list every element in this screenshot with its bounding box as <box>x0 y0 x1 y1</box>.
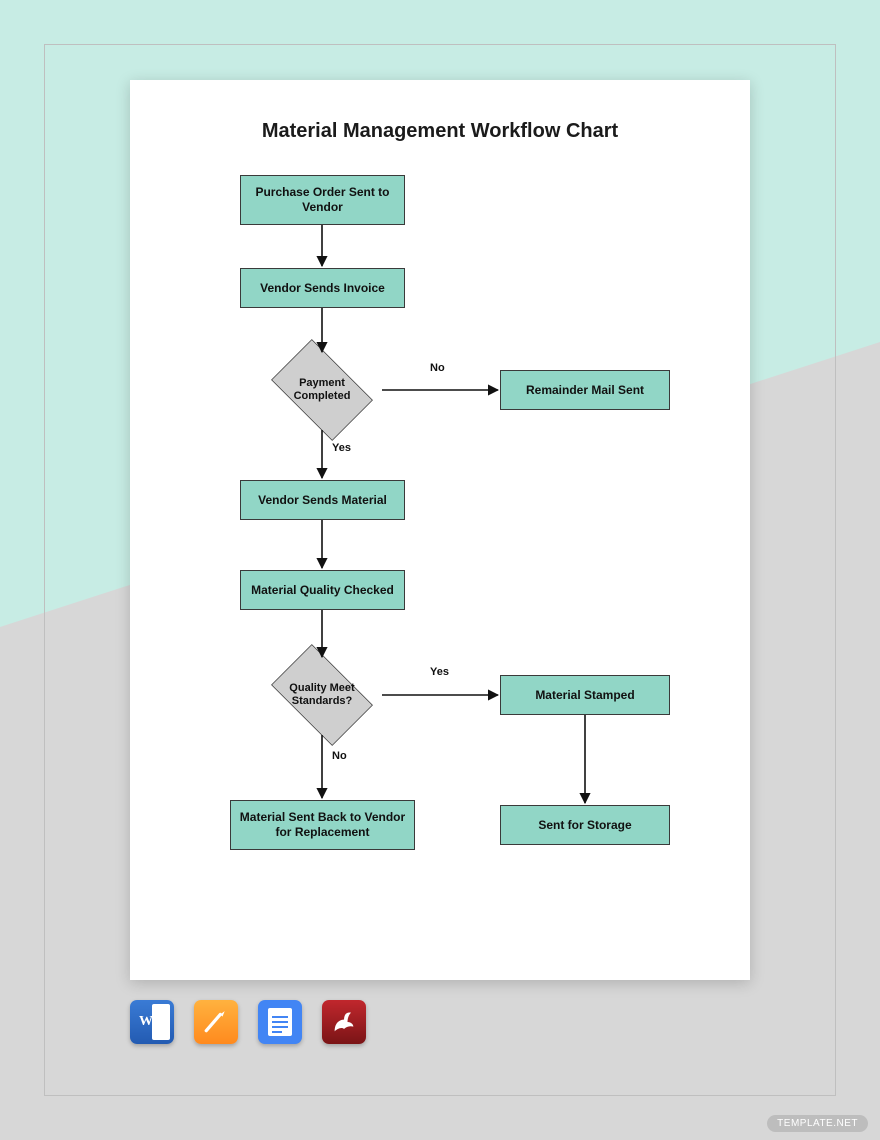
label-no-2: No <box>332 750 347 762</box>
node-material-stamped: Material Stamped <box>500 675 670 715</box>
pages-icon <box>194 1000 238 1044</box>
decision-quality-label: Quality Meet Standards? <box>262 655 382 735</box>
watermark: TEMPLATE.NET <box>767 1115 868 1132</box>
decision-payment-label: Payment Completed <box>262 350 382 430</box>
label-yes-2: Yes <box>430 666 449 678</box>
node-quality-checked: Material Quality Checked <box>240 570 405 610</box>
node-vendor-material: Vendor Sends Material <box>240 480 405 520</box>
label-yes-1: Yes <box>332 442 351 454</box>
google-docs-icon <box>258 1000 302 1044</box>
app-icons-row: W <box>130 1000 366 1044</box>
node-remainder-mail: Remainder Mail Sent <box>500 370 670 410</box>
decision-payment: Payment Completed <box>262 350 382 430</box>
node-sent-back: Material Sent Back to Vendor for Replace… <box>230 800 415 850</box>
node-vendor-invoice: Vendor Sends Invoice <box>240 268 405 308</box>
arrows-layer <box>130 80 750 980</box>
chart-title: Material Management Workflow Chart <box>130 120 750 143</box>
node-purchase-order: Purchase Order Sent to Vendor <box>240 175 405 225</box>
word-icon: W <box>130 1000 174 1044</box>
node-sent-storage: Sent for Storage <box>500 805 670 845</box>
decision-quality: Quality Meet Standards? <box>262 655 382 735</box>
pdf-icon <box>322 1000 366 1044</box>
label-no-1: No <box>430 362 445 374</box>
document-page: Material Management Workflow Chart Purch… <box>130 80 750 980</box>
